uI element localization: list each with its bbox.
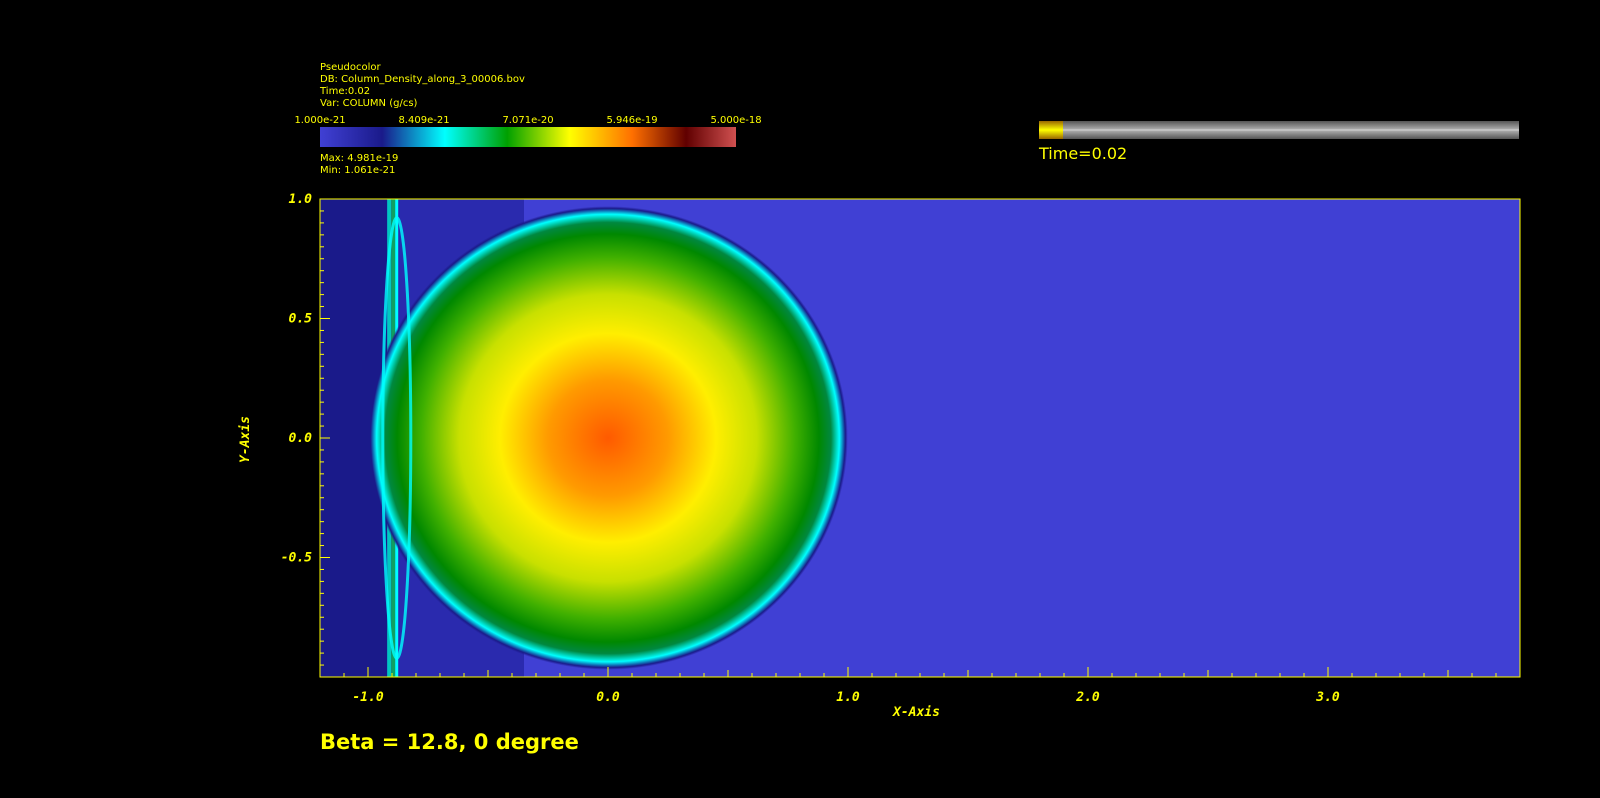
x-tick-label: 3.0	[1315, 690, 1340, 705]
y-tick-label: 1.0	[289, 192, 313, 207]
x-tick-label: 1.0	[836, 690, 860, 705]
y-tick-label: -0.5	[281, 551, 312, 566]
y-tick-label: 0.5	[289, 312, 313, 327]
y-tick-label: 0.0	[289, 431, 313, 446]
x-tick-label: -1.0	[352, 690, 383, 705]
plot-svg: -1.0 0.0 1.0 2.0 3.0 1.0 0.5 0.0 -0.5	[281, 127, 1521, 705]
cloud	[368, 206, 848, 670]
x-tick-label: 2.0	[1075, 690, 1100, 705]
colorbar	[320, 127, 736, 147]
plot-caption: Beta = 12.8, 0 degree	[320, 730, 579, 754]
x-tick-label: 0.0	[596, 690, 620, 705]
y-axis-label: Y-Axis	[237, 416, 253, 463]
x-axis-label: X-Axis	[893, 705, 940, 720]
